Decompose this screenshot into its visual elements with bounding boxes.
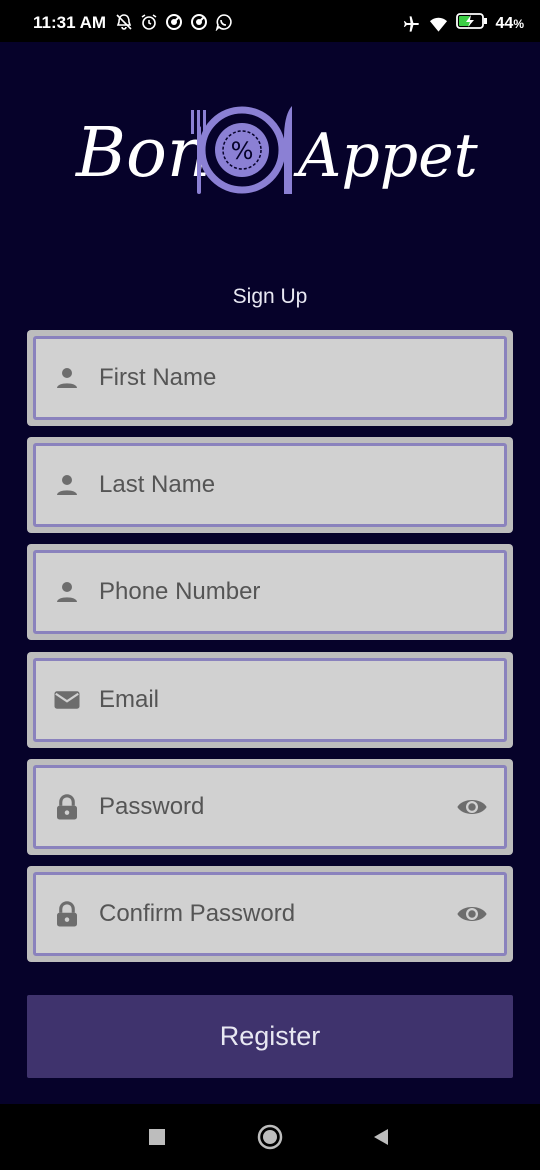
phone-number-placeholder: Phone Number xyxy=(99,578,261,605)
confirm-password-placeholder: Confirm Password xyxy=(99,900,296,927)
lock-icon xyxy=(57,901,77,927)
person-icon xyxy=(57,582,77,602)
circle-icon xyxy=(257,1124,283,1150)
logo-badge: % xyxy=(231,137,254,165)
whatsapp-icon xyxy=(214,12,233,31)
logo-text-left: Bon xyxy=(74,114,211,193)
email-field[interactable]: Email xyxy=(27,652,513,748)
battery-charging-icon xyxy=(455,12,488,35)
square-icon xyxy=(149,1129,165,1145)
password-placeholder: Password xyxy=(99,793,205,820)
logo-text-right: Appetit xyxy=(293,121,480,191)
system-status: 44% xyxy=(402,12,524,35)
person-icon xyxy=(57,475,77,495)
mail-icon xyxy=(54,691,80,709)
home-button[interactable] xyxy=(257,1124,283,1150)
recents-button[interactable] xyxy=(144,1124,170,1150)
first-name-field[interactable]: First Name xyxy=(27,330,513,426)
last-name-field[interactable]: Last Name xyxy=(27,437,513,533)
person-icon xyxy=(57,368,77,388)
bon-appetit-logo: Bon % Appetit xyxy=(74,106,480,194)
wifi-icon xyxy=(429,14,448,33)
eye-icon[interactable] xyxy=(456,791,488,823)
email-placeholder: Email xyxy=(99,686,160,713)
status-bar: 11:31 AM 44% xyxy=(0,0,540,42)
notification-icons xyxy=(114,12,233,31)
navigation-bar xyxy=(0,1104,540,1170)
eye-icon[interactable] xyxy=(456,898,488,930)
app-notification-icon xyxy=(189,12,208,31)
airplane-icon xyxy=(402,14,421,33)
back-button[interactable] xyxy=(368,1124,394,1150)
app-notification-icon xyxy=(164,12,183,31)
back-triangle-icon xyxy=(374,1129,388,1145)
sign-up-title: Sign Up xyxy=(232,285,308,308)
register-button[interactable]: Register xyxy=(27,995,513,1078)
knife-icon xyxy=(284,106,292,194)
plate-icon: % xyxy=(198,106,286,194)
alarm-icon xyxy=(139,12,158,31)
last-name-placeholder: Last Name xyxy=(99,471,216,498)
status-time: 11:31 AM xyxy=(33,13,107,32)
password-field[interactable]: Password xyxy=(27,759,513,855)
first-name-placeholder: First Name xyxy=(99,364,217,391)
confirm-password-field[interactable]: Confirm Password xyxy=(27,866,513,962)
phone-number-field[interactable]: Phone Number xyxy=(27,544,513,640)
mute-icon xyxy=(114,12,133,31)
battery-level: 44% xyxy=(495,14,524,32)
lock-icon xyxy=(57,794,77,820)
